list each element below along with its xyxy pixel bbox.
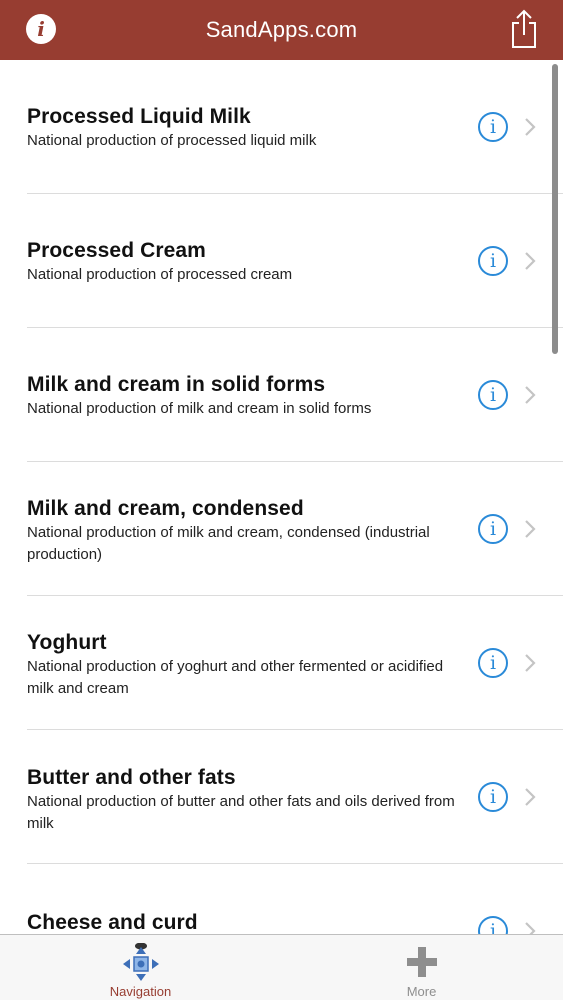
list-item[interactable]: Processed Liquid Milk National productio… [0,60,563,194]
item-subtitle: National production of milk and cream in… [27,400,372,417]
list-item[interactable]: Cheese and curd i [0,864,563,934]
item-subtitle: National production of processed cream [27,266,293,283]
tab-navigation[interactable]: Navigation [0,935,281,1000]
navigation-arrows-icon [122,943,159,981]
list-item[interactable]: Processed Cream National production of p… [0,194,563,328]
chevron-right-icon [525,788,536,806]
nav-bar: i SandApps.com [0,0,563,60]
chevron-right-icon [525,386,536,404]
chevron-right-icon [525,252,536,270]
info-icon[interactable]: i [478,916,508,934]
tab-label: Navigation [109,984,172,999]
list-item[interactable]: Yoghurt National production of yoghurt a… [0,596,563,730]
chevron-right-icon [525,520,536,538]
tab-label: More [406,984,437,999]
tab-bar: Navigation More [0,934,563,1000]
item-title: Milk and cream in solid forms [27,373,326,396]
tab-more[interactable]: More [281,935,562,1000]
item-subtitle: National production of yoghurt and other… [27,658,444,697]
item-title: Yoghurt [27,631,107,654]
item-title: Processed Cream [27,239,206,262]
scrollbar[interactable] [552,64,558,354]
chevron-right-icon [525,922,536,934]
category-list[interactable]: Processed Liquid Milk National productio… [0,60,563,934]
item-subtitle: National production of processed liquid … [27,132,317,149]
list-item[interactable]: Milk and cream, condensed National produ… [0,462,563,596]
plus-icon [406,947,437,977]
item-title: Cheese and curd [27,911,198,934]
item-subtitle: National production of butter and other … [27,793,455,832]
app-title: SandApps.com [205,17,358,42]
info-icon[interactable]: i [478,782,508,812]
item-subtitle: National production of milk and cream, c… [27,524,430,563]
info-icon[interactable]: i [478,380,508,410]
info-icon[interactable]: i [478,514,508,544]
list-item[interactable]: Milk and cream in solid forms National p… [0,328,563,462]
share-icon[interactable] [509,9,539,49]
chevron-right-icon [525,118,536,136]
list-item[interactable]: Butter and other fats National productio… [0,730,563,864]
info-icon[interactable]: i [478,112,508,142]
info-icon[interactable]: i [478,648,508,678]
item-title: Processed Liquid Milk [27,105,251,128]
item-title: Butter and other fats [27,766,236,789]
info-icon[interactable]: i [478,246,508,276]
item-title: Milk and cream, condensed [27,497,304,520]
info-icon[interactable]: i [26,14,56,44]
chevron-right-icon [525,654,536,672]
